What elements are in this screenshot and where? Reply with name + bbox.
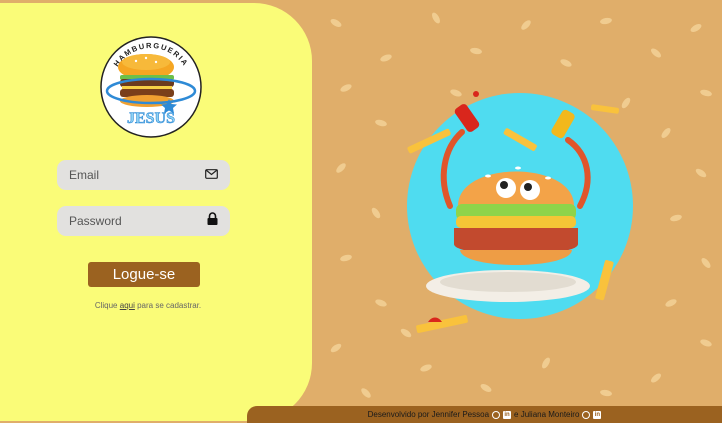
footer-prefix: Desenvolvido por Jennifer Pessoa	[367, 410, 490, 419]
email-input[interactable]	[67, 167, 191, 183]
footer: Desenvolvido por Jennifer Pessoa in e Ju…	[247, 406, 722, 423]
lock-icon	[207, 212, 218, 230]
footer-middle: e Juliana Monteiro	[514, 410, 580, 419]
login-button[interactable]: Logue-se	[88, 262, 200, 287]
hamburgueria-logo: HAMBURGUERIA JESUS	[100, 36, 202, 138]
password-field[interactable]	[57, 206, 230, 236]
signup-link[interactable]: aqui	[120, 301, 135, 310]
logo-bottom-text: JESUS	[127, 110, 175, 127]
burger-mascot-illustration	[407, 91, 633, 333]
login-panel: HAMBURGUERIA JESUS Logue-se Clique aqui …	[0, 3, 312, 421]
github-icon[interactable]	[582, 410, 591, 419]
email-field[interactable]	[57, 160, 230, 190]
linkedin-icon[interactable]: in	[593, 410, 602, 419]
envelope-icon	[205, 166, 218, 184]
password-input[interactable]	[67, 213, 191, 229]
signup-text: Clique aqui para se cadastrar.	[0, 301, 296, 310]
linkedin-icon[interactable]: in	[503, 410, 512, 419]
github-icon[interactable]	[492, 410, 501, 419]
signup-prefix: Clique	[94, 301, 118, 310]
signup-suffix: para se cadastrar.	[137, 301, 202, 310]
